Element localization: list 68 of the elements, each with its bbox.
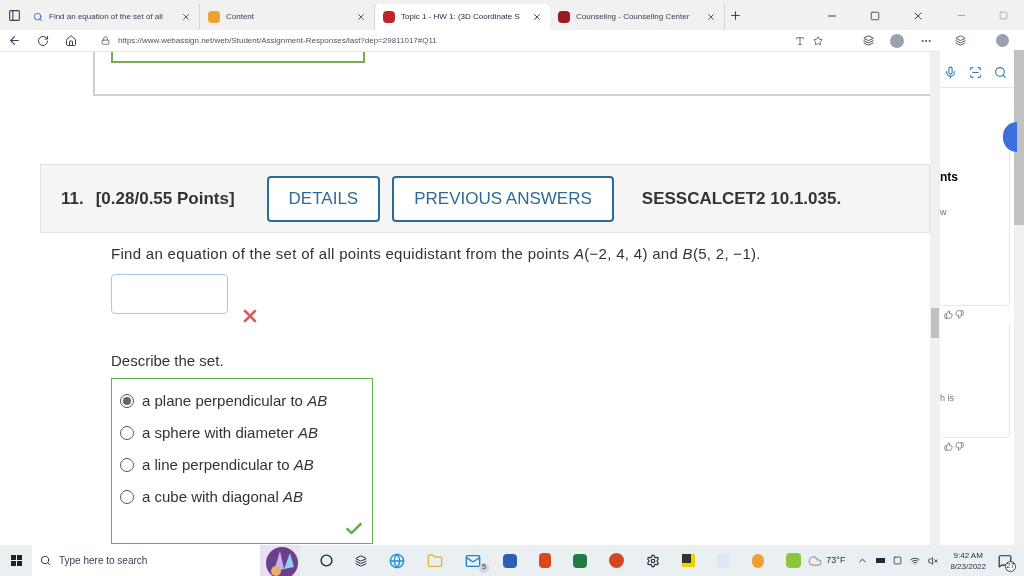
collections-icon[interactable] — [955, 34, 966, 46]
tray-icon[interactable] — [893, 556, 903, 565]
tab-title: Counseling - Counseling Center — [576, 11, 691, 23]
wifi-icon[interactable] — [910, 555, 921, 566]
task-view-icon[interactable] — [355, 554, 367, 567]
option-label: a plane perpendicular to AB — [142, 390, 328, 411]
tab-title: Topic 1 - HW 1: (3D Coordinate S — [401, 11, 521, 23]
chat-button[interactable] — [1003, 122, 1017, 152]
tab-actions-icon[interactable] — [8, 9, 21, 22]
close-icon[interactable] — [912, 10, 924, 22]
browser-tab[interactable]: Topic 1 - HW 1: (3D Coordinate S — [375, 4, 550, 30]
question-text: Find an equation of the set of all points equidistant from the points A(−2, 4, 4) and B(5, 2, −1). — [111, 244, 762, 264]
option-label: a cube with diagonal AB — [142, 486, 303, 507]
collections-icon[interactable] — [863, 35, 874, 46]
new-tab-icon[interactable] — [729, 9, 742, 22]
clock[interactable]: 9:42 AM 8/23/2022 — [950, 549, 986, 572]
profile-avatar[interactable] — [996, 33, 1009, 47]
read-aloud-icon[interactable] — [795, 35, 805, 46]
thumbs-up-icon[interactable] — [944, 310, 953, 319]
thumbs-down-icon[interactable] — [955, 442, 964, 451]
header-button[interactable]: DETAILS — [266, 175, 381, 222]
refresh-icon[interactable] — [37, 34, 49, 47]
battery-icon[interactable] — [876, 558, 886, 563]
mail-icon[interactable] — [465, 552, 481, 569]
scrollbar[interactable] — [1014, 50, 1024, 545]
radio-button[interactable] — [120, 490, 134, 504]
close-icon[interactable] — [356, 12, 366, 22]
microphone-icon[interactable] — [944, 66, 957, 79]
home-icon[interactable] — [65, 34, 77, 47]
question-code: SESSCALCET2 10.1.035. — [641, 187, 842, 210]
tab-title: Content — [226, 11, 256, 23]
maximize-icon[interactable] — [870, 11, 880, 21]
taskbar-search-field[interactable]: Type here to search — [32, 545, 260, 576]
option-label: a sphere with diameter AB — [142, 422, 318, 443]
describe-label: Describe the set. — [111, 350, 225, 371]
option-label: a line perpendicular to AB — [142, 454, 314, 475]
answer-field[interactable] — [111, 273, 228, 314]
partial-heading: nts — [940, 169, 959, 186]
sticky-notes-app-icon[interactable] — [682, 554, 695, 567]
cortana-icon[interactable] — [320, 554, 333, 567]
search-icon[interactable] — [994, 66, 1007, 79]
thumbs-up-icon[interactable] — [944, 442, 953, 451]
lock-icon — [101, 36, 110, 45]
header-button[interactable]: PREVIOUS ANSWERS — [392, 175, 614, 222]
close-icon[interactable] — [706, 12, 716, 22]
partial-text: w — [940, 206, 948, 219]
muted-speaker-icon[interactable] — [928, 555, 939, 566]
edge-browser-icon[interactable] — [389, 552, 405, 569]
search-icon — [33, 12, 43, 22]
close-icon[interactable] — [181, 12, 191, 22]
thumbs-down-icon[interactable] — [955, 310, 964, 319]
partial-text: h is — [940, 391, 955, 405]
profile-avatar[interactable] — [890, 33, 904, 48]
close-icon[interactable] — [532, 12, 542, 22]
points-label: [0.28/0.55 Points] — [95, 187, 235, 210]
temperature-label[interactable]: 73°F — [826, 553, 846, 568]
question-number: 11. — [61, 187, 84, 210]
tab-title: Find an equation of the set of all — [49, 11, 164, 23]
radio-button[interactable] — [120, 458, 134, 472]
radio-button[interactable] — [120, 394, 134, 408]
visual-search-icon[interactable] — [969, 66, 982, 79]
favorite-star-icon[interactable] — [813, 35, 823, 46]
radio-button[interactable] — [120, 426, 134, 440]
search-icon — [40, 555, 51, 566]
back-icon[interactable] — [8, 34, 21, 47]
windows-logo-icon — [10, 555, 22, 566]
scrollbar[interactable] — [930, 52, 940, 545]
settings-icon[interactable] — [646, 553, 660, 568]
